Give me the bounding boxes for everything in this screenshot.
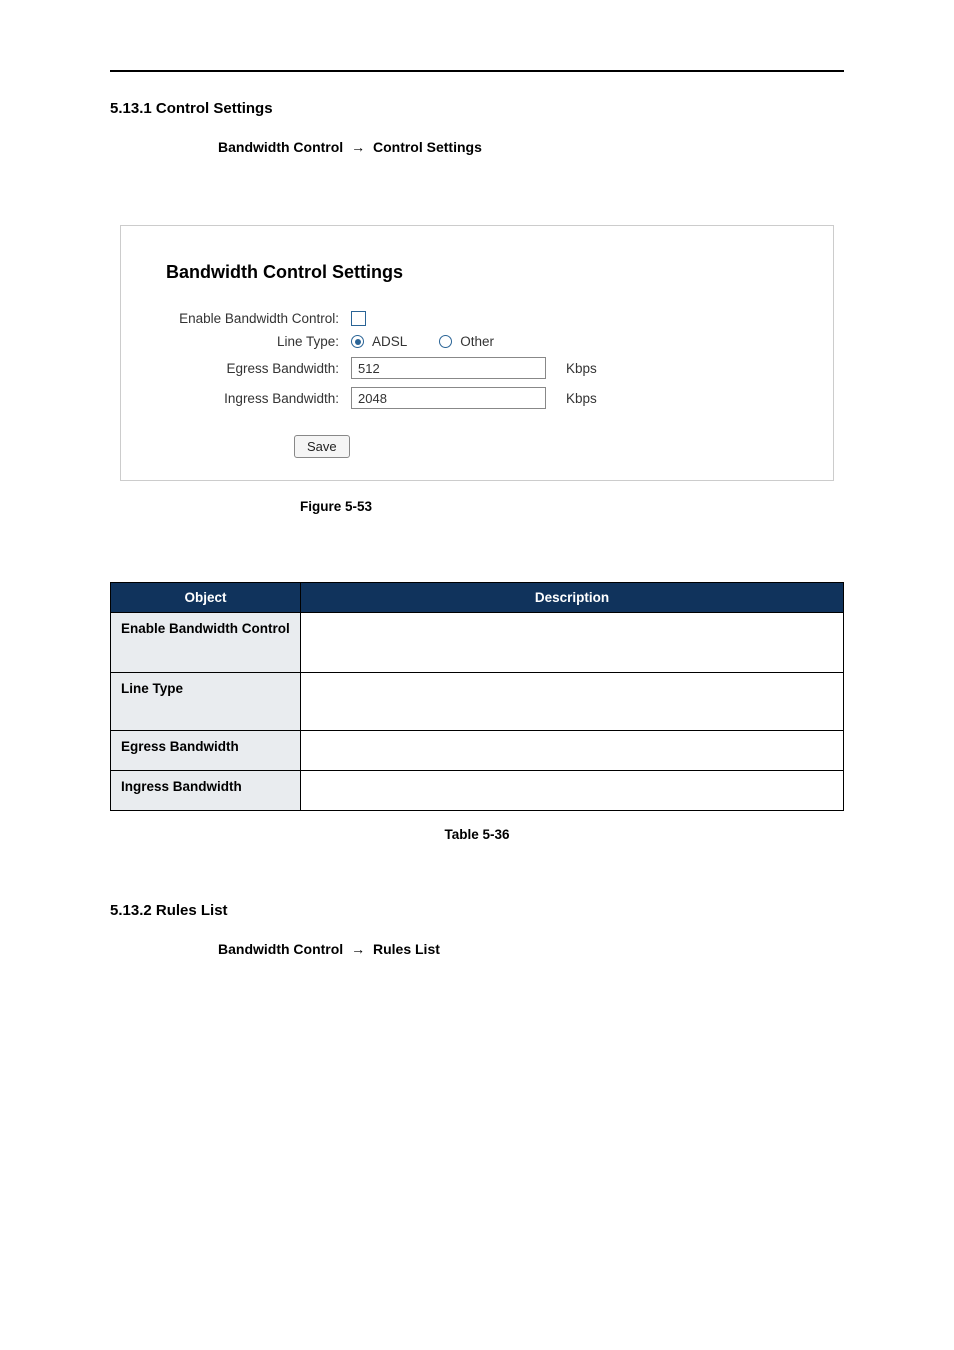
line-type-row: Line Type: ADSL Other xyxy=(166,334,813,349)
enable-bandwidth-label: Enable Bandwidth Control: xyxy=(166,311,351,326)
breadcrumb-part-b: Rules List xyxy=(373,941,440,957)
line-type-label: Line Type: xyxy=(166,334,351,349)
breadcrumb-part-a: Bandwidth Control xyxy=(218,941,343,957)
enable-bandwidth-checkbox[interactable] xyxy=(351,311,366,326)
table-cell-description xyxy=(301,673,844,731)
breadcrumb-part-a: Bandwidth Control xyxy=(218,139,343,155)
panel-title: Bandwidth Control Settings xyxy=(166,262,813,283)
breadcrumb-part-b: Control Settings xyxy=(373,139,482,155)
line-type-option-other: Other xyxy=(460,334,494,349)
ingress-unit: Kbps xyxy=(554,391,597,406)
table-row: Egress Bandwidth xyxy=(111,731,844,771)
table-header-object: Object xyxy=(111,583,301,613)
bandwidth-control-panel: Bandwidth Control Settings Enable Bandwi… xyxy=(120,225,834,481)
breadcrumb: Bandwidth Control → Rules List xyxy=(110,941,844,957)
section-heading-control-settings: 5.13.1 Control Settings xyxy=(110,100,844,117)
table-cell-description xyxy=(301,731,844,771)
enable-bandwidth-row: Enable Bandwidth Control: xyxy=(166,311,813,326)
ingress-row: Ingress Bandwidth: Kbps xyxy=(166,387,813,409)
table-cell-object: Egress Bandwidth xyxy=(111,731,301,771)
table-cell-object: Ingress Bandwidth xyxy=(111,771,301,811)
arrow-icon: → xyxy=(347,941,369,957)
ingress-input[interactable] xyxy=(351,387,546,409)
table-caption: Table 5-36 xyxy=(110,827,844,842)
table-cell-description xyxy=(301,613,844,673)
ingress-label: Ingress Bandwidth: xyxy=(166,391,351,406)
breadcrumb: Bandwidth Control → Control Settings xyxy=(110,139,844,155)
table-row: Ingress Bandwidth xyxy=(111,771,844,811)
arrow-icon: → xyxy=(347,139,369,155)
horizontal-rule xyxy=(110,70,844,72)
egress-input[interactable] xyxy=(351,357,546,379)
table-cell-object: Line Type xyxy=(111,673,301,731)
table-row: Enable Bandwidth Control xyxy=(111,613,844,673)
line-type-option-adsl: ADSL xyxy=(372,334,407,349)
table-cell-object: Enable Bandwidth Control xyxy=(111,613,301,673)
egress-row: Egress Bandwidth: Kbps xyxy=(166,357,813,379)
save-button[interactable]: Save xyxy=(294,435,350,458)
line-type-radio-other[interactable] xyxy=(439,335,452,348)
table-row: Line Type xyxy=(111,673,844,731)
egress-unit: Kbps xyxy=(554,361,597,376)
line-type-radio-adsl[interactable] xyxy=(351,335,364,348)
section-heading-rules-list: 5.13.2 Rules List xyxy=(110,902,844,919)
table-header-description: Description xyxy=(301,583,844,613)
table-cell-description xyxy=(301,771,844,811)
description-table: Object Description Enable Bandwidth Cont… xyxy=(110,582,844,811)
figure-caption: Figure 5-53 xyxy=(110,499,844,514)
egress-label: Egress Bandwidth: xyxy=(166,361,351,376)
